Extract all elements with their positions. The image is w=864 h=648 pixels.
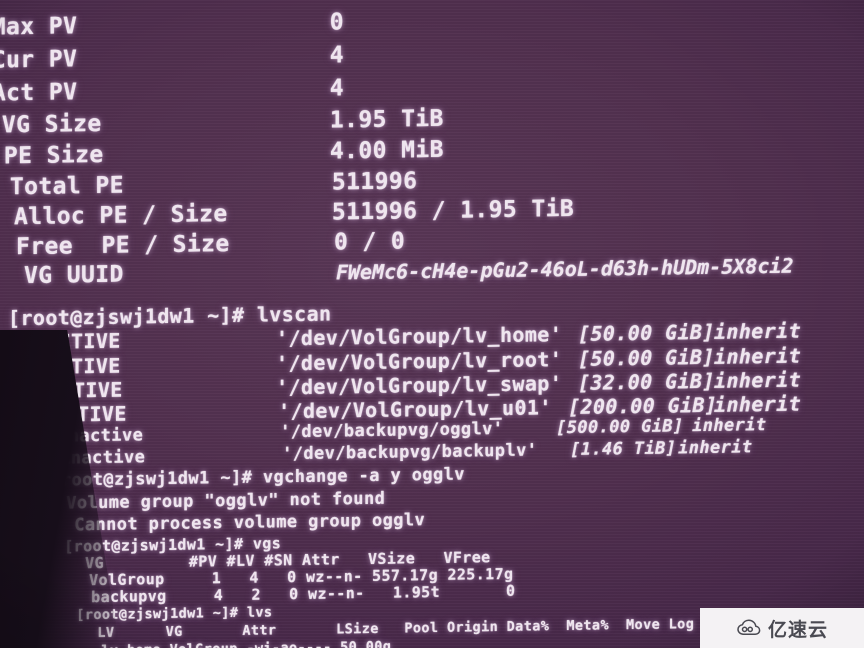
lvscan-size-1: [50.00 GiB] xyxy=(578,344,715,371)
lvscan-path-5: '/dev/backupvg/backuplv' xyxy=(282,440,538,465)
lvscan-state-1: ACTIVE xyxy=(46,353,121,379)
lvscan-size-3: [200.00 GiB] xyxy=(568,392,718,419)
vgdisplay-label-vg-uuid: VG UUID xyxy=(23,261,124,290)
lvscan-size-2: [32.00 GiB] xyxy=(578,368,715,395)
lvscan-policy-4: inherit xyxy=(692,415,767,437)
lvscan-policy-5: inherit xyxy=(678,437,753,459)
lvscan-path-2: '/dev/VolGroup/lv_swap' xyxy=(276,371,563,400)
vgdisplay-label-max-pv: Max PV xyxy=(0,13,78,41)
lvscan-policy-3: inherit xyxy=(714,391,802,417)
vgdisplay-label-cur-pv: Cur PV xyxy=(0,46,78,74)
lvscan-path-0: '/dev/VolGroup/lv_home' xyxy=(276,322,563,351)
vgdisplay-label-alloc-pe: Alloc PE / Size xyxy=(13,201,228,231)
vgchange-output-0: Volume group "ogglv" not found xyxy=(66,488,386,514)
vgchange-output-1: Cannot process volume group ogglv xyxy=(74,510,426,536)
lvscan-state-3: ACTIVE xyxy=(52,401,127,427)
lvscan-command-line: [root@zjswj1dw1 ~]# lvscan xyxy=(8,301,332,331)
terminal-screen-photo: Max PV 0 Cur PV 4 Act PV 4 VG Size 1.95 … xyxy=(0,0,864,648)
vgdisplay-value-vg-uuid: FWeMc6-cH4e-pGu2-46oL-d63h-hUDm-5X8ci2 xyxy=(335,253,794,285)
vgdisplay-value-total-pe: 511996 xyxy=(331,168,418,196)
lvscan-state-0: ACTIVE xyxy=(46,328,121,354)
vgdisplay-value-vg-size: 1.95 TiB xyxy=(329,105,444,134)
vgdisplay-label-pe-size: PE Size xyxy=(3,141,104,170)
lvscan-path-3: '/dev/VolGroup/lv_u01' xyxy=(278,395,552,424)
vgdisplay-label-free-pe: Free PE / Size xyxy=(15,230,230,261)
vgdisplay-label-vg-size: VG Size xyxy=(1,110,102,139)
vgdisplay-value-max-pv: 0 xyxy=(329,9,345,36)
vgdisplay-value-free-pe: 0 / 0 xyxy=(333,228,406,256)
lvscan-path-1: '/dev/VolGroup/lv_root' xyxy=(276,347,563,376)
vgdisplay-value-pe-size: 4.00 MiB xyxy=(329,136,444,165)
watermark-text: 亿速云 xyxy=(767,618,828,641)
lvscan-size-0: [50.00 GiB] xyxy=(577,319,715,346)
vgdisplay-value-act-pv: 4 xyxy=(329,75,345,102)
vgdisplay-label-act-pv: Act PV xyxy=(0,79,78,107)
cloud-icon xyxy=(736,619,762,637)
vgchange-command-line: [root@zjswj1dw1 ~]# vgchange -a y ogglv xyxy=(50,464,465,491)
lvscan-policy-0: inherit xyxy=(713,318,802,344)
lvscan-size-4: [500.00 GiB] xyxy=(556,416,684,439)
vgdisplay-value-alloc-pe: 511996 / 1.95 TiB xyxy=(331,195,575,226)
vgs-row-backupvg: backupvg 4 2 0 wz--n- 1.95t 0 xyxy=(72,581,516,607)
lvscan-state-5: inactive xyxy=(60,447,146,469)
lvscan-size-5: [1.46 TiB] xyxy=(570,438,677,460)
watermark-badge: 亿速云 xyxy=(700,608,864,648)
lvs-command-line: [root@zjswj1dw1 ~]# lvs xyxy=(76,604,273,624)
lvscan-state-4: inactive xyxy=(58,425,144,447)
lvs-partial-row: lv_home VolGroup -wi-ao---- 50.00g xyxy=(84,639,391,648)
vgdisplay-value-cur-pv: 4 xyxy=(329,42,345,69)
lvscan-path-4: '/dev/backupvg/ogglv' xyxy=(280,418,504,443)
lvscan-policy-1: inherit xyxy=(713,343,802,369)
lvscan-state-2: ACTIVE xyxy=(48,377,123,403)
terminal-text-plane: Max PV 0 Cur PV 4 Act PV 4 VG Size 1.95 … xyxy=(0,0,864,648)
lvscan-policy-2: inherit xyxy=(714,367,802,393)
vgdisplay-label-total-pe: Total PE xyxy=(9,172,124,201)
